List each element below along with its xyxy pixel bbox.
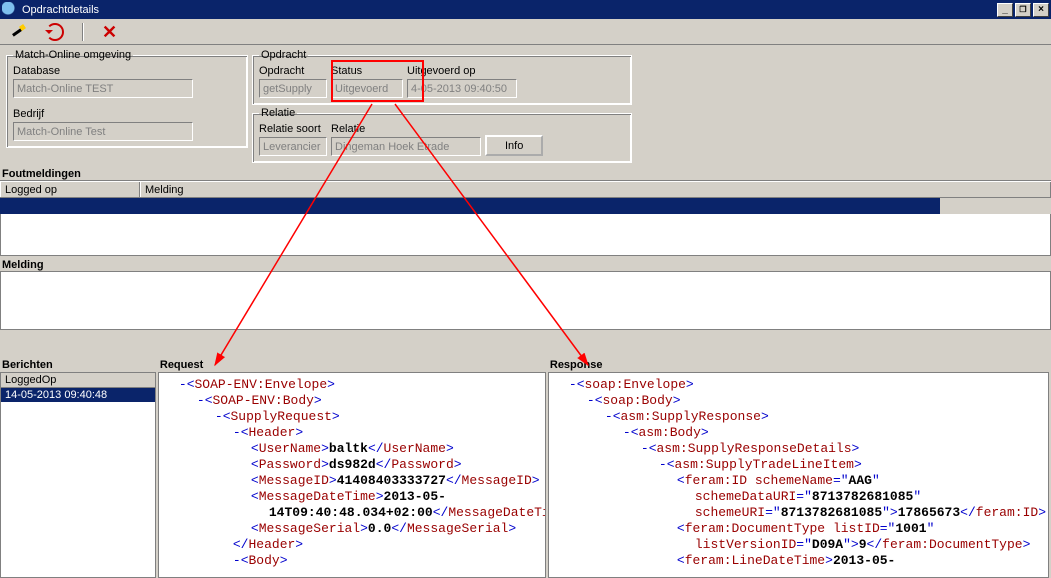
group-environment: Match-Online omgeving Database Match-Onl… [6, 49, 248, 148]
refresh-icon[interactable] [46, 23, 64, 41]
header-response: Response [548, 358, 1049, 372]
panel-berichten: Berichten LoggedOp 14-05-2013 09:40:48 [0, 358, 158, 578]
legend-environment: Match-Online omgeving [13, 49, 133, 61]
panel-request: Request -<SOAP-ENV:Envelope> -<SOAP-ENV:… [158, 358, 548, 578]
group-relatie: Relatie Relatie soort Leverancier Relati… [252, 107, 632, 163]
toolbar-separator [82, 23, 84, 41]
input-opdracht[interactable]: getSupply [259, 79, 327, 98]
grid-fout-selected-row[interactable] [0, 198, 940, 214]
info-button[interactable]: Info [485, 135, 543, 156]
edit-icon[interactable] [10, 23, 28, 41]
restore-button[interactable]: ❐ [1015, 3, 1031, 17]
header-request: Request [158, 358, 546, 372]
berichten-list[interactable]: LoggedOp 14-05-2013 09:40:48 [0, 372, 156, 578]
group-opdracht: Opdracht Opdracht getSupply Status Uitge… [252, 49, 632, 105]
titlebar: Opdrachtdetails _ ❐ × [0, 0, 1051, 19]
label-relatie: Relatie [331, 123, 481, 135]
request-xml[interactable]: -<SOAP-ENV:Envelope> -<SOAP-ENV:Body> -<… [158, 372, 546, 578]
label-bedrijf: Bedrijf [13, 108, 241, 120]
header-foutmeldingen: Foutmeldingen [0, 167, 1051, 181]
toolbar: ✕ [0, 19, 1051, 45]
header-melding: Melding [0, 258, 1051, 272]
legend-opdracht: Opdracht [259, 49, 308, 61]
input-relatiesoort[interactable]: Leverancier [259, 137, 327, 156]
app-icon [2, 2, 18, 18]
input-relatie[interactable]: Dingeman Hoek Etrade [331, 137, 481, 156]
col-loggedop[interactable]: Logged op [0, 182, 140, 197]
grid-fout-body[interactable] [0, 214, 1051, 256]
response-xml[interactable]: -<soap:Envelope> -<soap:Body> -<asm:Supp… [548, 372, 1049, 578]
window-title: Opdrachtdetails [22, 4, 99, 16]
form-area: Match-Online omgeving Database Match-Onl… [0, 45, 1051, 167]
delete-icon[interactable]: ✕ [102, 24, 117, 40]
label-database: Database [13, 65, 241, 77]
panels-row: Berichten LoggedOp 14-05-2013 09:40:48 R… [0, 358, 1051, 578]
berichten-col[interactable]: LoggedOp [1, 373, 155, 388]
header-berichten: Berichten [0, 358, 156, 372]
grid-fout-header: Logged op Melding [0, 181, 1051, 198]
label-uitgevoerd: Uitgevoerd op [407, 65, 517, 77]
label-status: Status [331, 65, 403, 77]
input-bedrijf[interactable]: Match-Online Test [13, 122, 193, 141]
legend-relatie: Relatie [259, 107, 297, 119]
minimize-button[interactable]: _ [997, 3, 1013, 17]
col-melding[interactable]: Melding [140, 182, 1051, 197]
input-status[interactable]: Uitgevoerd [331, 79, 403, 98]
label-opdracht: Opdracht [259, 65, 327, 77]
close-button[interactable]: × [1033, 3, 1049, 17]
label-relatiesoort: Relatie soort [259, 123, 327, 135]
input-uitgevoerd[interactable]: 4-05-2013 09:40:50 [407, 79, 517, 98]
berichten-row[interactable]: 14-05-2013 09:40:48 [1, 388, 155, 402]
panel-response: Response -<soap:Envelope> -<soap:Body> -… [548, 358, 1051, 578]
melding-box[interactable] [0, 272, 1051, 330]
input-database[interactable]: Match-Online TEST [13, 79, 193, 98]
